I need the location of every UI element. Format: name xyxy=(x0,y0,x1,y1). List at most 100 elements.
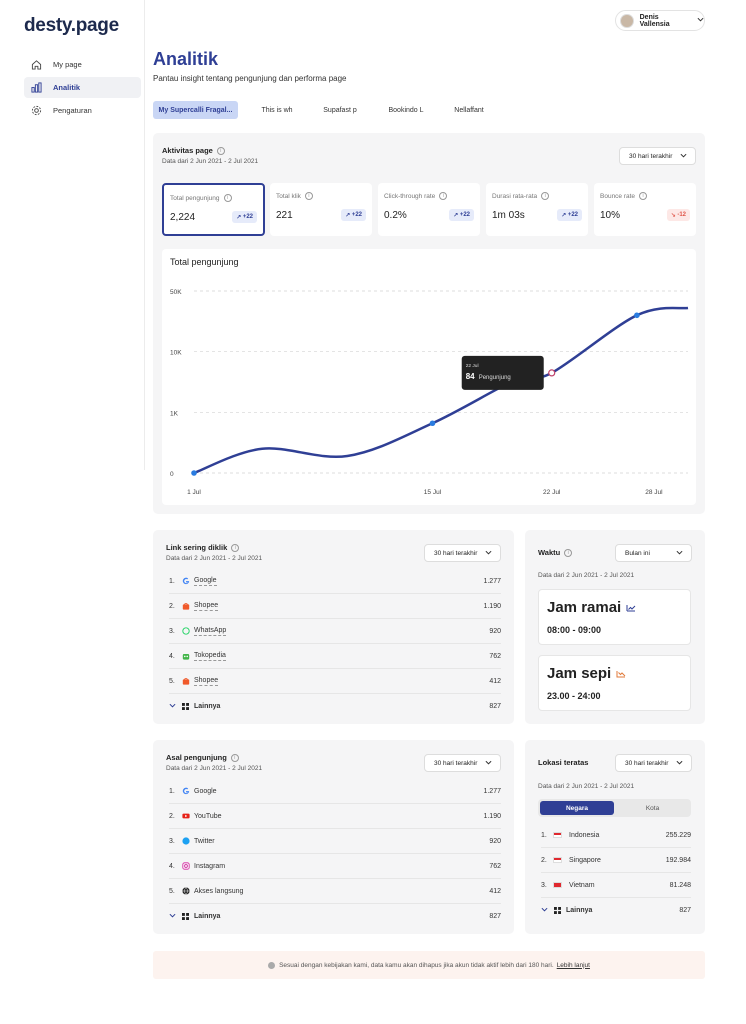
stat-change-badge: ↗ +22 xyxy=(341,209,366,221)
list-item-rank: 1. xyxy=(541,831,547,839)
data-point[interactable] xyxy=(634,312,640,319)
list-item[interactable]: 2. Shopee 1.190 xyxy=(169,594,501,619)
activity-range-dropdown[interactable]: 30 hari terakhir xyxy=(619,147,696,165)
list-item-name: Instagram xyxy=(194,862,226,870)
jam-sepi-text: Jam sepi xyxy=(547,665,612,682)
list-item-rank: 3. xyxy=(169,837,175,845)
tooltip-value: 84 xyxy=(466,372,475,381)
waktu-title: Waktu i xyxy=(538,548,573,557)
list-item-name[interactable]: Google xyxy=(194,576,217,586)
info-icon[interactable]: i xyxy=(230,753,239,762)
list-item[interactable]: 1. Indonesia 255.229 xyxy=(541,823,691,848)
list-item[interactable]: 5. Akses langsung 412 xyxy=(169,879,501,904)
data-point[interactable] xyxy=(429,420,436,427)
chevron-down-icon xyxy=(169,703,181,710)
list-item[interactable]: 5. Shopee 412 xyxy=(169,669,501,694)
list-item-count: 192.984 xyxy=(665,856,691,864)
list-item-count: 255.229 xyxy=(665,831,691,839)
chevron-down-icon xyxy=(485,760,492,767)
stat-card-total-klik[interactable]: Total klik i 221 ↗ +22 xyxy=(270,183,372,236)
activity-title: Aktivitas page i xyxy=(162,146,225,155)
learn-more-link[interactable]: Lebih lanjut xyxy=(557,962,590,969)
toggle-kota[interactable]: Kota xyxy=(616,801,689,815)
flag-icon xyxy=(553,832,562,838)
google-icon xyxy=(181,787,190,796)
home-icon xyxy=(30,59,42,71)
sidebar-item-pengaturan[interactable]: Pengaturan xyxy=(24,100,141,121)
list-item-name[interactable]: Shopee xyxy=(194,601,219,611)
list-item-name[interactable]: Shopee xyxy=(194,676,219,686)
links-range-dropdown[interactable]: 30 hari terakhir xyxy=(424,544,501,562)
shopee-icon xyxy=(181,602,190,611)
list-item[interactable]: 3. WhatsApp 920 xyxy=(169,619,501,644)
user-menu[interactable]: Denis Vallensia xyxy=(615,10,705,31)
more-label: Lainnya xyxy=(566,907,593,914)
toggle-negara[interactable]: Negara xyxy=(540,801,614,815)
list-item-rank: 3. xyxy=(541,881,547,889)
tab-page-5[interactable]: Nellaffant xyxy=(443,101,495,119)
stat-label-text: Click-through rate xyxy=(384,192,436,200)
sidebar-item-my-page[interactable]: My page xyxy=(24,54,141,75)
list-item[interactable]: 2. YouTube 1.190 xyxy=(169,804,501,829)
grid-icon xyxy=(181,912,190,921)
data-point[interactable] xyxy=(548,369,556,377)
tooltip-unit: Pengunjung xyxy=(479,375,511,381)
data-point[interactable] xyxy=(191,470,197,476)
more-toggle[interactable]: Lainnya 827 xyxy=(541,898,691,923)
stat-card-total-pengunjung[interactable]: Total pengunjung i 2,224 ↗ +22 xyxy=(162,183,265,236)
tab-page-2[interactable]: This is wh xyxy=(251,101,303,119)
tab-page-4[interactable]: Bookindo L xyxy=(380,101,432,119)
more-toggle[interactable]: Lainnya 827 xyxy=(169,694,501,719)
waktu-date: Data dari 2 Jun 2021 - 2 Jul 2021 xyxy=(538,572,635,579)
info-icon[interactable]: i xyxy=(564,548,573,557)
youtube-icon xyxy=(181,812,190,821)
stat-label: Click-through rate i xyxy=(384,192,448,200)
links-date: Data dari 2 Jun 2021 - 2 Jul 2021 xyxy=(166,555,263,562)
logo[interactable]: desty.page xyxy=(24,15,119,37)
list-item[interactable]: 1. Google 1.277 xyxy=(169,779,501,804)
waktu-range-dropdown[interactable]: Bulan ini xyxy=(615,544,692,562)
tab-page-1[interactable]: My Supercalli Fragal... xyxy=(153,101,238,119)
stat-card-click-through-rate[interactable]: Click-through rate i 0.2% ↗ +22 xyxy=(378,183,480,236)
chevron-down-icon xyxy=(541,907,553,914)
sources-range-dropdown[interactable]: 30 hari terakhir xyxy=(424,754,501,772)
sidebar-item-analitik[interactable]: Analitik xyxy=(24,77,141,98)
list-item-rank: 2. xyxy=(169,602,175,610)
line-chart: 0 1K 10K 50K 1 Jul 15 Jul 22 Jul 28 Jul 22 Jul 84… xyxy=(170,289,689,496)
list-item-count: 827 xyxy=(489,913,501,920)
list-item[interactable]: 4. Instagram 762 xyxy=(169,854,501,879)
locations-date: Data dari 2 Jun 2021 - 2 Jul 2021 xyxy=(538,783,635,790)
jam-ramai-card: Jam ramai 08:00 - 09:00 xyxy=(538,589,691,645)
sidebar-item-label: My page xyxy=(53,60,82,69)
y-tick-label: 10K xyxy=(170,350,182,357)
list-item[interactable]: 1. Google 1.277 xyxy=(169,569,501,594)
list-item-name[interactable]: Tokopedia xyxy=(194,651,226,661)
locations-range-dropdown[interactable]: 30 hari terakhir xyxy=(615,754,692,772)
info-icon[interactable]: i xyxy=(216,146,225,155)
twitter-icon xyxy=(181,837,190,846)
tab-page-3[interactable]: Supafast p xyxy=(314,101,366,119)
jam-ramai-text: Jam ramai xyxy=(547,599,622,616)
list-item-rank: 3. xyxy=(169,627,175,635)
user-name: Denis Vallensia xyxy=(639,13,670,28)
stat-card-durasi-rata-rata[interactable]: Durasi rata-rata i 1m 03s ↗ +22 xyxy=(486,183,588,236)
list-item[interactable]: 3. Twitter 920 xyxy=(169,829,501,854)
list-item-count: 1.277 xyxy=(483,577,501,585)
stat-change-value: +22 xyxy=(242,214,253,220)
dropdown-value: 30 hari terakhir xyxy=(629,152,673,160)
links-title: Link sering diklik i xyxy=(166,543,240,552)
stat-card-bounce-rate[interactable]: Bounce rate i 10% ↘ -12 xyxy=(594,183,696,236)
list-item[interactable]: 4. Tokopedia 762 xyxy=(169,644,501,669)
y-tick-label: 50K xyxy=(170,289,182,296)
globe-icon xyxy=(181,887,190,896)
more-toggle[interactable]: Lainnya 827 xyxy=(169,904,501,929)
links-title-text: Link sering diklik xyxy=(166,543,228,552)
list-item[interactable]: 3. Vietnam 81.248 xyxy=(541,873,691,898)
list-item-name: YouTube xyxy=(194,812,222,820)
instagram-icon xyxy=(181,862,190,871)
info-icon[interactable]: i xyxy=(231,543,240,552)
stat-label: Durasi rata-rata i xyxy=(492,192,550,200)
x-tick-label: 22 Jul xyxy=(543,489,561,496)
list-item-name[interactable]: WhatsApp xyxy=(194,626,227,636)
list-item[interactable]: 2. Singapore 192.984 xyxy=(541,848,691,873)
